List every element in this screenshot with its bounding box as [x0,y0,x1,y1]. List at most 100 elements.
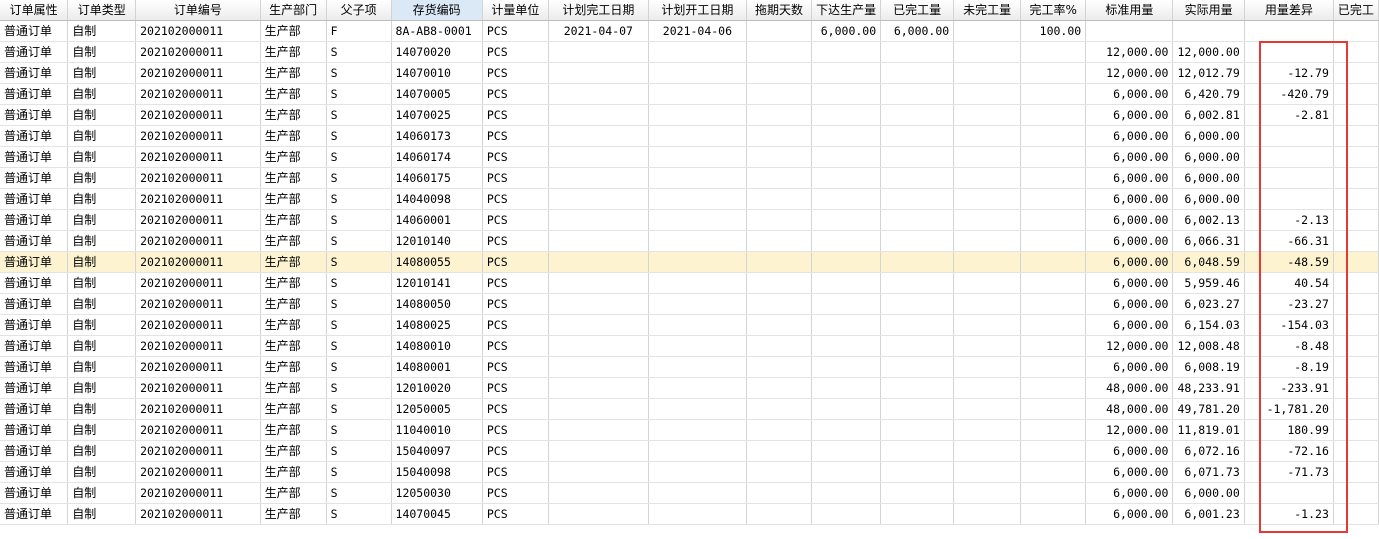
cell-inv[interactable]: 12010141 [391,272,483,294]
column-header-undone[interactable]: 未完工量 [953,0,1022,21]
cell-type[interactable]: 自制 [67,461,137,483]
cell-std[interactable] [1085,20,1174,42]
cell-plan_end[interactable] [548,230,649,252]
cell-inv[interactable]: 12010140 [391,230,483,252]
cell-last[interactable] [1333,482,1379,504]
cell-delay[interactable] [746,41,813,63]
cell-pc[interactable]: S [326,482,392,504]
table-row[interactable]: 普通订单 自制 202102000011 生产部 S 14060175 PCS 6,000.0… [0,167,1379,189]
cell-issued[interactable] [811,503,882,525]
cell-issued[interactable] [811,62,882,84]
cell-std[interactable]: 6,000.00 [1085,209,1174,231]
cell-rate[interactable] [1020,398,1087,420]
cell-std[interactable]: 48,000.00 [1085,377,1174,399]
cell-last[interactable] [1333,230,1379,252]
cell-done[interactable] [880,293,955,315]
cell-pc[interactable]: S [326,272,392,294]
cell-issued[interactable] [811,209,882,231]
cell-plan_start[interactable] [648,293,748,315]
cell-issued[interactable] [811,356,882,378]
cell-std[interactable]: 6,000.00 [1085,293,1174,315]
cell-dept[interactable]: 生产部 [260,62,327,84]
cell-actual[interactable] [1172,20,1245,42]
cell-done[interactable] [880,461,955,483]
cell-unit[interactable]: PCS [482,440,549,462]
cell-inv[interactable]: 14070020 [391,41,483,63]
column-header-issued[interactable]: 下达生产量 [811,0,882,21]
cell-type[interactable]: 自制 [67,335,137,357]
cell-unit[interactable]: PCS [482,293,549,315]
cell-unit[interactable]: PCS [482,314,549,336]
cell-plan_start[interactable] [648,167,748,189]
cell-type[interactable]: 自制 [67,230,137,252]
cell-unit[interactable]: PCS [482,251,549,273]
cell-std[interactable]: 6,000.00 [1085,83,1174,105]
cell-issued[interactable] [811,335,882,357]
cell-std[interactable]: 12,000.00 [1085,41,1174,63]
cell-last[interactable] [1333,251,1379,273]
cell-plan_start[interactable] [648,503,748,525]
cell-plan_end[interactable] [548,377,649,399]
cell-done[interactable] [880,377,955,399]
cell-plan_end[interactable] [548,482,649,504]
cell-std[interactable]: 6,000.00 [1085,272,1174,294]
cell-inv[interactable]: 15040098 [391,461,483,483]
cell-inv[interactable]: 14080001 [391,356,483,378]
cell-plan_end[interactable] [548,419,649,441]
cell-plan_start[interactable] [648,461,748,483]
cell-type[interactable]: 自制 [67,209,137,231]
cell-plan_start[interactable] [648,209,748,231]
cell-undone[interactable] [953,503,1022,525]
cell-type[interactable]: 自制 [67,440,137,462]
cell-delay[interactable] [746,272,813,294]
cell-rate[interactable] [1020,440,1087,462]
column-header-done[interactable]: 已完工量 [880,0,955,21]
column-header-type[interactable]: 订单类型 [67,0,137,21]
cell-dept[interactable]: 生产部 [260,482,327,504]
cell-order[interactable]: 202102000011 [135,314,261,336]
cell-pc[interactable]: S [326,230,392,252]
cell-order[interactable]: 202102000011 [135,272,261,294]
cell-last[interactable] [1333,41,1379,63]
cell-rate[interactable] [1020,209,1087,231]
cell-unit[interactable]: PCS [482,461,549,483]
table-row[interactable]: 普通订单 自制 202102000011 生产部 S 12050030 PCS 6,000.0… [0,482,1379,504]
cell-issued[interactable] [811,419,882,441]
cell-dept[interactable]: 生产部 [260,83,327,105]
cell-attr[interactable]: 普通订单 [0,272,69,294]
cell-delay[interactable] [746,209,813,231]
cell-attr[interactable]: 普通订单 [0,146,69,168]
cell-done[interactable] [880,440,955,462]
cell-undone[interactable] [953,272,1022,294]
cell-plan_start[interactable] [648,188,748,210]
cell-plan_end[interactable] [548,62,649,84]
cell-pc[interactable]: S [326,503,392,525]
cell-order[interactable]: 202102000011 [135,503,261,525]
cell-std[interactable]: 6,000.00 [1085,461,1174,483]
cell-unit[interactable]: PCS [482,482,549,504]
cell-attr[interactable]: 普通订单 [0,230,69,252]
table-row[interactable]: 普通订单 自制 202102000011 生产部 S 14080055 PCS 6,000.0… [0,251,1379,273]
cell-actual[interactable]: 6,000.00 [1172,482,1245,504]
cell-undone[interactable] [953,209,1022,231]
cell-diff[interactable]: -66.31 [1244,230,1334,252]
cell-diff[interactable] [1244,482,1334,504]
cell-inv[interactable]: 14060175 [391,167,483,189]
cell-type[interactable]: 自制 [67,251,137,273]
cell-last[interactable] [1333,188,1379,210]
cell-plan_end[interactable] [548,440,649,462]
cell-unit[interactable]: PCS [482,272,549,294]
cell-dept[interactable]: 生产部 [260,167,327,189]
cell-order[interactable]: 202102000011 [135,83,261,105]
cell-delay[interactable] [746,20,813,42]
cell-delay[interactable] [746,125,813,147]
cell-rate[interactable] [1020,419,1087,441]
cell-done[interactable] [880,188,955,210]
cell-diff[interactable] [1244,188,1334,210]
cell-issued[interactable] [811,440,882,462]
cell-type[interactable]: 自制 [67,356,137,378]
cell-undone[interactable] [953,20,1022,42]
cell-rate[interactable] [1020,335,1087,357]
cell-issued[interactable] [811,377,882,399]
cell-std[interactable]: 6,000.00 [1085,104,1174,126]
